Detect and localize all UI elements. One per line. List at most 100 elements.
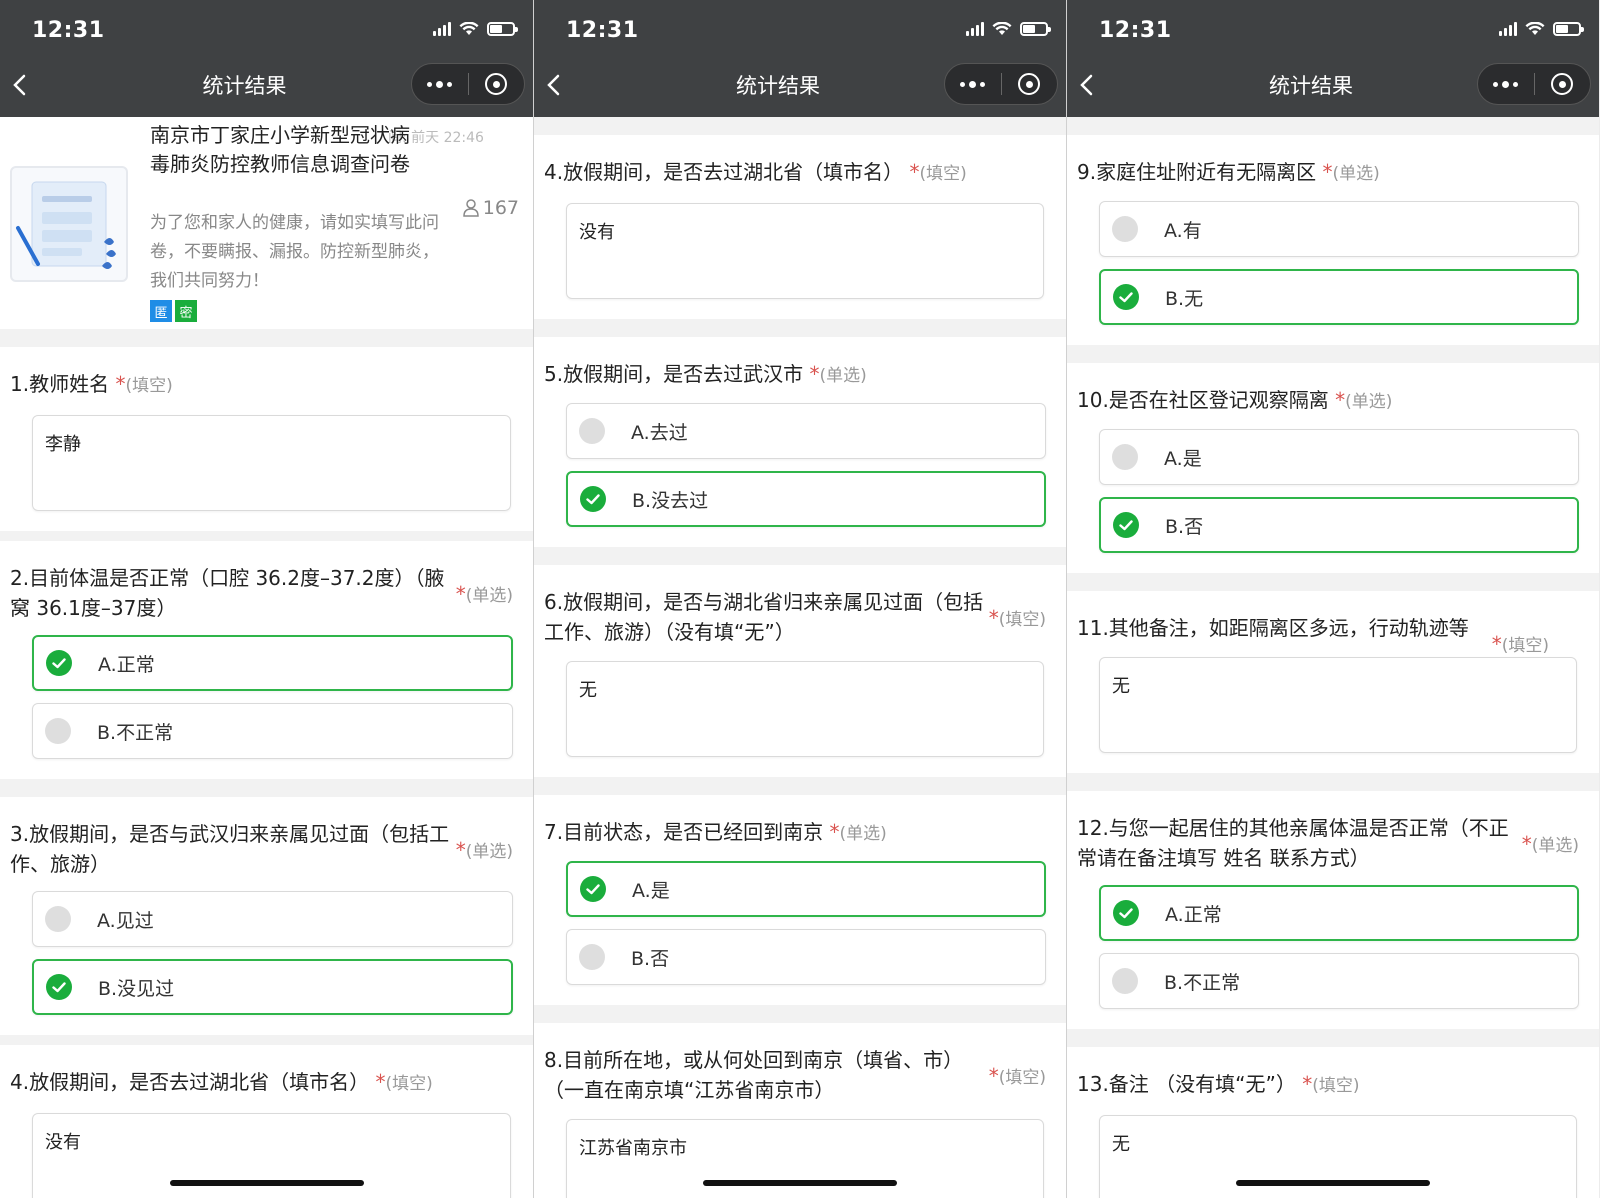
mini-program-capsule [411,63,525,105]
section-gap [1067,345,1599,363]
question-card-q11: *(填空) 11.其他备注，如距隔离区多远，行动轨迹等无 [1067,591,1599,773]
option-a[interactable]: A.是 [1099,429,1579,485]
status-icons [433,22,518,36]
status-icons [1499,22,1584,36]
screen-2: 12:31 统计结果 4.放假期间，是否去过湖北省（填市名） *(填空) 没有 5.… [533,0,1066,1198]
radio-icon [579,944,605,970]
option-label: A.正常 [98,653,155,676]
option-a[interactable]: A.去过 [566,403,1046,459]
question-title: *(单选) 2.目前体温是否正常（口腔 36.2度–37.2度）（腋窝 36.1度… [10,563,523,623]
question-type: (填空) [1501,636,1549,656]
participant-count: 167 [462,197,519,219]
question-title: *(单选) 12.与您一起居住的其他亲属体温是否正常（不正常请在备注填写 姓名 联… [1077,813,1589,873]
checked-radio-icon [580,486,606,512]
more-icon[interactable] [945,80,1001,88]
required-mark: * [829,820,840,844]
option-b[interactable]: B.没去过 [566,471,1046,527]
option-a[interactable]: A.正常 [32,635,513,691]
section-gap [1067,773,1599,791]
question-card-q4: 4.放假期间，是否去过湖北省（填市名） *(填空) 没有 [534,135,1066,319]
option-b[interactable]: B.无 [1099,269,1579,325]
question-text: 3.放假期间，是否与武汉归来亲属见过面（包括工作、旅游） [10,822,450,876]
question-type-wrap: *(填空) [375,1070,432,1094]
wifi-icon [1525,22,1545,36]
option-a[interactable]: A.正常 [1099,885,1579,941]
option-b[interactable]: B.不正常 [1099,953,1579,1009]
top-bar: 12:31 统计结果 [534,0,1066,117]
option-label: B.没去过 [632,489,709,512]
question-type: (填空) [125,376,173,396]
status-icons [966,22,1051,36]
option-a[interactable]: A.是 [566,861,1046,917]
section-gap [0,531,533,541]
question-card-q9: 9.家庭住址附近有无隔离区 *(单选) A.有 B.无 [1067,135,1599,345]
option-label: A.见过 [97,909,154,932]
status-time: 12:31 [32,18,105,43]
wifi-icon [992,22,1012,36]
required-mark: * [988,606,999,630]
screen-1: 12:31 统计结果 间: 前天 22:46 南京市丁家庄小学新型冠状病毒肺炎防… [0,0,533,1198]
option-label: A.正常 [1165,903,1222,926]
required-mark: * [1302,1072,1313,1096]
close-target-icon[interactable] [1534,73,1590,95]
more-icon[interactable] [412,80,468,88]
option-b[interactable]: B.没见过 [32,959,513,1015]
required-mark: * [455,838,466,862]
question-card-q1: 1.教师姓名 *(填空) 李静 [0,347,533,531]
wifi-icon [459,22,479,36]
radio-icon [579,418,605,444]
scroll-content: 9.家庭住址附近有无隔离区 *(单选) A.有 B.无 10.是否在社区登记观察隔离 … [1067,117,1599,1198]
close-target-icon[interactable] [468,73,524,95]
close-target-icon[interactable] [1001,73,1057,95]
anonymous-badge: 匿 [150,300,172,322]
checked-radio-icon [580,876,606,902]
question-title: 5.放假期间，是否去过武汉市 *(单选) [544,359,1056,391]
survey-description: 为了您和家人的健康，请如实填写此问卷，不要瞒报、漏报。防控新型肺炎，我们共同努力… [150,213,439,291]
required-mark: * [909,160,920,184]
section-gap [1067,117,1599,135]
mini-program-capsule [944,63,1058,105]
question-type: (单选) [1345,392,1393,412]
answer-box: 李静 [32,415,511,511]
status-time: 12:31 [1099,18,1172,43]
question-type-wrap: *(单选) [1322,160,1379,184]
checked-radio-icon [1113,512,1139,538]
option-label: B.不正常 [1164,971,1241,994]
required-mark: * [455,582,466,606]
option-a[interactable]: A.见过 [32,891,513,947]
battery-icon [1020,22,1051,36]
question-type: (填空) [998,1068,1046,1088]
option-a[interactable]: A.有 [1099,201,1579,257]
option-b[interactable]: B.否 [1099,497,1579,553]
screens: 12:31 统计结果 间: 前天 22:46 南京市丁家庄小学新型冠状病毒肺炎防… [0,0,1600,1198]
section-gap [0,329,533,347]
question-card-q13: 13.备注 （没有填“无”） *(填空) 无 [1067,1047,1599,1198]
section-gap [1067,1029,1599,1047]
question-type: (单选) [1531,836,1579,856]
more-icon[interactable] [1478,80,1534,88]
question-card-q10: 10.是否在社区登记观察隔离 *(单选) A.是 B.否 [1067,363,1599,573]
question-text: 10.是否在社区登记观察隔离 [1077,388,1329,412]
question-card-q7: 7.目前状态，是否已经回到南京 *(单选) A.是 B.否 [534,795,1066,1005]
option-label: B.否 [631,947,670,970]
section-gap [534,319,1066,337]
option-label: A.是 [632,879,670,902]
question-type-wrap: *(填空) [909,160,966,184]
question-title: *(填空) 11.其他备注，如距隔离区多远，行动轨迹等 [1077,613,1589,656]
badges: 匿 密 [150,300,197,322]
question-type-wrap: *(填空) [1302,1072,1359,1096]
question-type: (填空) [385,1074,433,1094]
option-label: B.否 [1165,515,1204,538]
home-indicator [169,1180,364,1186]
question-title: 10.是否在社区登记观察隔离 *(单选) [1077,385,1589,417]
radio-icon [45,718,71,744]
survey-header: 间: 前天 22:46 南京市丁家庄小学新型冠状病毒肺炎防控教师信息调查问卷 为… [0,117,533,329]
question-card-q8: *(填空) 8.目前所在地，或从何处回到南京（填省、市）（一直在南京填“江苏省南京… [534,1023,1066,1198]
option-b[interactable]: B.否 [566,929,1046,985]
question-type: (单选) [465,586,513,606]
option-label: A.去过 [631,421,688,444]
participant-number: 167 [482,197,519,219]
question-text: 1.教师姓名 [10,372,110,396]
option-b[interactable]: B.不正常 [32,703,513,759]
question-text: 8.目前所在地，或从何处回到南京（填省、市）（一直在南京填“江苏省南京市） [544,1048,964,1102]
